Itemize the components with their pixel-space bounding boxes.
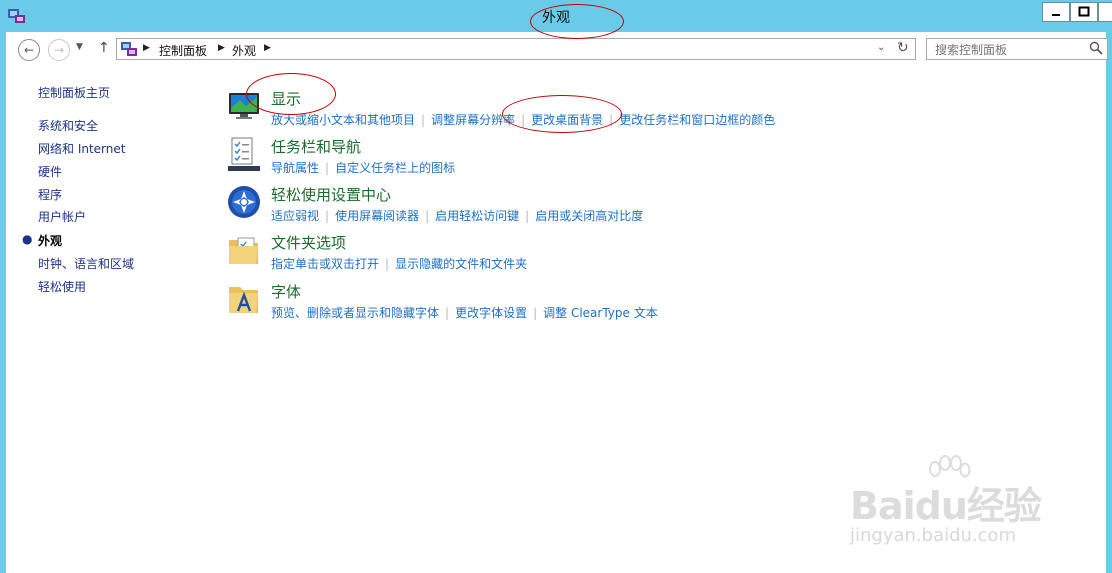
link-single-double-click[interactable]: 指定单击或双击打开 (271, 257, 379, 271)
fonts-folder-icon (229, 287, 258, 313)
sidebar-item-programs[interactable]: 程序 (38, 186, 62, 203)
close-button[interactable] (1098, 2, 1112, 22)
annotation-ellipse (530, 4, 624, 39)
arrow-right-icon: → (53, 43, 65, 57)
maximize-button[interactable] (1070, 2, 1098, 22)
link-access-keys[interactable]: 启用轻松访问键 (435, 209, 519, 223)
control-panel-icon (121, 42, 137, 56)
category-taskbar-title[interactable]: 任务栏和导航 (271, 136, 361, 157)
sidebar-item-clock-language-region[interactable]: 时钟、语言和区域 (38, 255, 134, 272)
minimize-button[interactable] (1042, 2, 1070, 22)
watermark: Baidu经验 jingyan.baidu.com (850, 455, 1055, 555)
category-fonts-links: 预览、删除或者显示和隐藏字体 | 更改字体设置 | 调整 ClearType 文本 (271, 304, 658, 321)
navigation-bar: ← → ▼ ↑ ▶ 控制面板 ▶ 外观 ▶ ⌄ ↻ (6, 32, 1108, 68)
minimize-icon (1052, 14, 1060, 16)
category-folder-options-title[interactable]: 文件夹选项 (271, 232, 346, 253)
watermark-url: jingyan.baidu.com (850, 525, 1017, 546)
link-show-hidden-files[interactable]: 显示隐藏的文件和文件夹 (395, 257, 527, 271)
category-fonts-title[interactable]: 字体 (271, 281, 301, 302)
refresh-button[interactable]: ↻ (897, 40, 909, 56)
link-divider: | (425, 209, 430, 223)
category-folder-options-links: 指定单击或双击打开 | 显示隐藏的文件和文件夹 (271, 255, 527, 272)
search-input[interactable] (933, 41, 1087, 59)
ease-of-access-icon (228, 186, 260, 218)
chevron-down-icon: ▼ (76, 42, 83, 52)
breadcrumb-separator-icon[interactable]: ▶ (264, 43, 271, 53)
sidebar-item-ease-of-access[interactable]: 轻松使用 (38, 278, 86, 295)
breadcrumb-control-panel[interactable]: 控制面板 (159, 42, 207, 59)
address-history-button[interactable]: ⌄ (877, 42, 885, 53)
address-bar[interactable]: ▶ 控制面板 ▶ 外观 ▶ ⌄ ↻ (116, 38, 916, 60)
link-divider: | (385, 257, 390, 271)
link-navigation-properties[interactable]: 导航属性 (271, 161, 319, 175)
link-preview-delete-fonts[interactable]: 预览、删除或者显示和隐藏字体 (271, 306, 439, 320)
sidebar-item-label: 外观 (38, 234, 63, 248)
link-divider: | (445, 306, 450, 320)
maximize-icon (1078, 6, 1090, 17)
link-change-font-settings[interactable]: 更改字体设置 (455, 306, 527, 320)
annotation-ellipse (502, 95, 622, 133)
arrow-left-icon: ← (23, 43, 35, 57)
window-border-left (0, 32, 6, 573)
refresh-icon: ↻ (897, 40, 909, 56)
sidebar-item-control-panel-home[interactable]: 控制面板主页 (38, 84, 110, 101)
chevron-down-icon: ⌄ (877, 42, 886, 53)
search-box[interactable] (926, 38, 1108, 60)
link-adjust-cleartype[interactable]: 调整 ClearType 文本 (543, 306, 658, 320)
watermark-brand: Baidu经验 (850, 484, 1042, 528)
breadcrumb-appearance[interactable]: 外观 (232, 42, 256, 59)
breadcrumb-separator-icon[interactable]: ▶ (143, 43, 150, 53)
search-icon[interactable] (1089, 41, 1103, 55)
link-high-contrast[interactable]: 启用或关闭高对比度 (535, 209, 643, 223)
link-divider: | (325, 209, 330, 223)
link-taskbar-window-color[interactable]: 更改任务栏和窗口边框的颜色 (619, 113, 775, 127)
link-screen-reader[interactable]: 使用屏幕阅读器 (335, 209, 419, 223)
recent-pages-button[interactable]: ▼ (76, 42, 83, 52)
category-ease-of-access-title[interactable]: 轻松使用设置中心 (271, 184, 391, 205)
back-button[interactable]: ← (18, 39, 40, 61)
link-divider: | (325, 161, 330, 175)
link-low-vision[interactable]: 适应弱视 (271, 209, 319, 223)
sidebar-item-user-accounts[interactable]: 用户帐户 (38, 208, 86, 225)
sidebar-item-system-security[interactable]: 系统和安全 (38, 117, 98, 134)
up-button[interactable]: ↑ (98, 40, 110, 56)
link-resize-text[interactable]: 放大或缩小文本和其他项目 (271, 113, 415, 127)
annotation-ellipse (246, 73, 336, 115)
current-item-bullet-icon: ● (22, 232, 33, 246)
link-customize-taskbar-icons[interactable]: 自定义任务栏上的图标 (335, 161, 455, 175)
sidebar-item-appearance: ● 外观 (22, 232, 63, 249)
taskbar-checklist-icon (228, 137, 260, 171)
link-divider: | (421, 113, 426, 127)
sidebar-item-hardware[interactable]: 硬件 (38, 163, 62, 180)
link-divider: | (525, 209, 530, 223)
forward-button[interactable]: → (48, 39, 70, 61)
folder-options-icon (229, 237, 258, 264)
category-taskbar-links: 导航属性 | 自定义任务栏上的图标 (271, 159, 455, 176)
arrow-up-icon: ↑ (98, 40, 110, 56)
category-ease-of-access-links: 适应弱视 | 使用屏幕阅读器 | 启用轻松访问键 | 启用或关闭高对比度 (271, 207, 643, 224)
breadcrumb-separator-icon[interactable]: ▶ (218, 43, 225, 53)
sidebar-item-network-internet[interactable]: 网络和 Internet (38, 140, 125, 157)
window-border-right (1106, 32, 1112, 573)
link-divider: | (533, 306, 538, 320)
